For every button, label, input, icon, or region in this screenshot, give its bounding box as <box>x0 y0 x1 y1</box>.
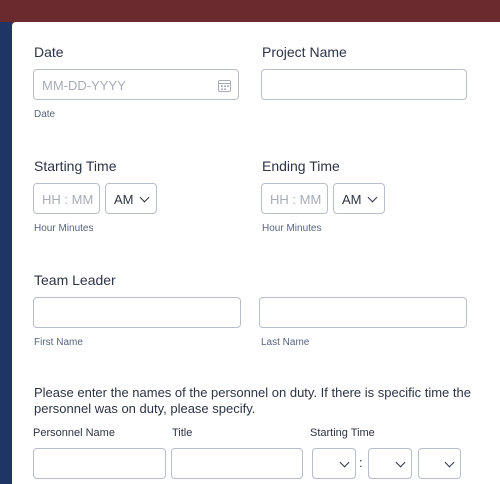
column-header-title: Title <box>172 427 193 439</box>
first-name-sublabel: First Name <box>34 337 83 348</box>
chevron-down-icon <box>444 457 455 468</box>
time-separator: : <box>359 455 363 470</box>
column-header-starting-time: Starting Time <box>310 427 375 439</box>
ending-time-placeholder: HH : MM <box>270 192 322 207</box>
date-placeholder: MM-DD-YYYY <box>42 78 126 93</box>
starting-time-sublabel: Hour Minutes <box>34 223 94 234</box>
ending-time-hhmm-input[interactable]: HH : MM <box>261 183 328 214</box>
personnel-hour-select[interactable] <box>312 448 356 479</box>
personnel-name-input[interactable] <box>33 448 166 479</box>
ending-time-sublabel: Hour Minutes <box>262 223 322 234</box>
starting-time-placeholder: HH : MM <box>42 192 94 207</box>
chevron-down-icon <box>395 457 406 468</box>
column-header-personnel-name: Personnel Name <box>33 427 115 439</box>
starting-time-ampm-value: AM <box>114 192 134 207</box>
project-name-label: Project Name <box>262 44 347 60</box>
ending-time-ampm-select[interactable]: AM <box>333 183 385 214</box>
chevron-down-icon <box>339 457 350 468</box>
personnel-title-input[interactable] <box>171 448 303 479</box>
calendar-icon[interactable] <box>218 79 231 92</box>
ending-time-ampm-value: AM <box>342 192 362 207</box>
chevron-down-icon <box>367 192 378 203</box>
personnel-ampm-select[interactable] <box>418 448 461 479</box>
chevron-down-icon <box>139 192 150 203</box>
team-leader-last-name-input[interactable] <box>259 297 467 328</box>
starting-time-label: Starting Time <box>34 158 117 174</box>
form-card: Date MM-DD-YYYY Date Project Name Starti… <box>12 22 500 484</box>
starting-time-ampm-select[interactable]: AM <box>105 183 157 214</box>
last-name-sublabel: Last Name <box>261 337 310 348</box>
date-sublabel: Date <box>34 109 56 120</box>
left-accent-band <box>0 22 12 484</box>
project-name-input[interactable] <box>261 69 467 100</box>
team-leader-first-name-input[interactable] <box>33 297 241 328</box>
date-input[interactable]: MM-DD-YYYY <box>33 69 239 100</box>
ending-time-label: Ending Time <box>262 158 340 174</box>
personnel-instructions: Please enter the names of the personnel … <box>34 385 471 416</box>
team-leader-label: Team Leader <box>34 272 116 288</box>
starting-time-hhmm-input[interactable]: HH : MM <box>33 183 100 214</box>
date-label: Date <box>34 44 64 60</box>
personnel-minute-select[interactable] <box>368 448 412 479</box>
